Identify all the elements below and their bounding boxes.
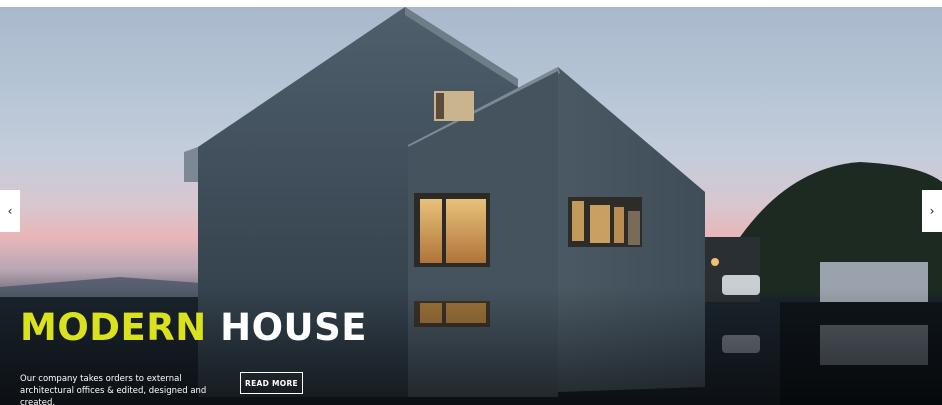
slider-prev-button[interactable]: ‹ [0,190,20,232]
hero-title: MODERN HOUSE [20,306,367,350]
hero-title-main: HOUSE [220,306,367,349]
chevron-right-icon: › [929,204,935,218]
hero-title-accent: MODERN [20,306,207,349]
hero-description: Our company takes orders to external arc… [20,374,207,405]
chevron-left-icon: ‹ [7,204,13,218]
slider-next-button[interactable]: › [922,190,942,232]
read-more-button[interactable]: READ MORE [240,372,303,394]
hero-slider: ‹ › MODERN HOUSE Our company takes order… [0,7,942,405]
